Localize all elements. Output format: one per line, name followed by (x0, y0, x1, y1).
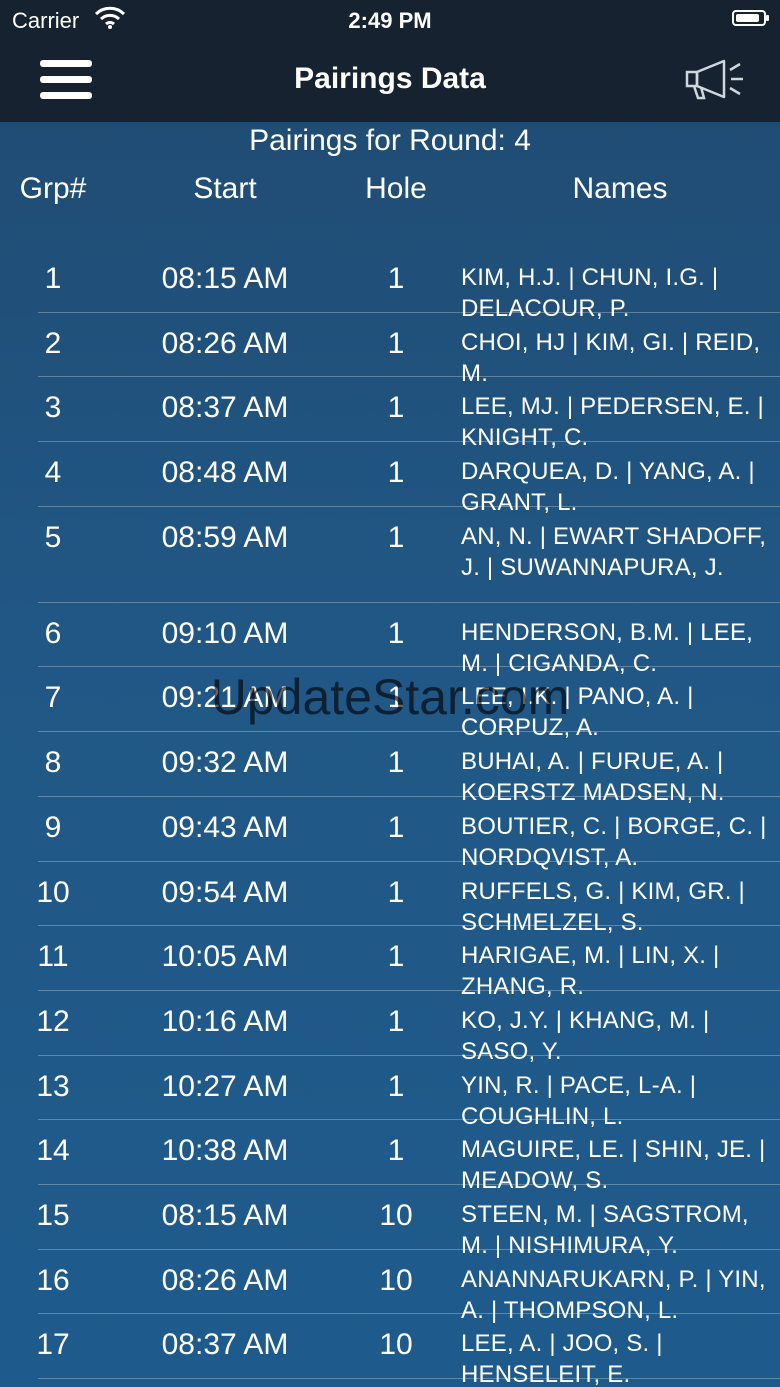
start-time: 10:27 AM (161, 1069, 289, 1103)
start-time: 10:05 AM (161, 940, 289, 974)
group-number: 5 (44, 520, 62, 554)
hole-number: 1 (387, 1134, 405, 1168)
pairings-list[interactable]: 1 08:15 AM 1 KIM, H.J. | CHUN, I.G. | DELAC… (0, 248, 780, 1387)
group-number: 3 (44, 391, 62, 425)
status-time: 2:49 PM (348, 8, 432, 33)
start-time: 10:16 AM (161, 1004, 289, 1038)
group-number: 1 (44, 262, 62, 295)
group-number: 6 (44, 616, 62, 650)
group-number: 8 (44, 746, 62, 780)
hole-number: 1 (387, 326, 405, 360)
table-row[interactable]: 2 08:26 AM 1 CHOI, HJ | KIM, GI. | REID, M. (0, 313, 780, 387)
hole-number: 1 (387, 1069, 405, 1103)
hole-number: 1 (387, 616, 405, 650)
table-row[interactable]: 15 08:15 AM 10 STEEN, M. | SAGSTROM, M. | N… (0, 1185, 780, 1259)
hole-number: 1 (387, 456, 405, 490)
group-number: 9 (44, 810, 62, 844)
battery-fill (736, 14, 760, 22)
table-row[interactable]: 11 10:05 AM 1 HARIGAE, M. | LIN, X. | ZHANG… (0, 926, 780, 1000)
megaphone-icon[interactable] (684, 56, 746, 104)
hole-number: 10 (379, 1198, 413, 1232)
start-time: 08:59 AM (161, 520, 289, 554)
table-row[interactable]: 16 08:26 AM 10 ANANNARUKARN, P. | YIN, A. |… (0, 1250, 780, 1324)
hole-number: 10 (379, 1263, 413, 1297)
group-number: 7 (44, 681, 62, 715)
page-title: Pairings Data (294, 62, 486, 95)
hole-number: 1 (387, 262, 405, 295)
table-row[interactable]: 5 08:59 AM 1 AN, N. | EWART SHADOFF, J. | S… (0, 507, 780, 603)
start-time: 09:21 AM (161, 681, 289, 715)
start-time: 08:26 AM (161, 326, 289, 360)
hole-number: 1 (387, 391, 405, 425)
table-row[interactable]: 14 10:38 AM 1 MAGUIRE, LE. | SHIN, JE. | ME… (0, 1120, 780, 1194)
table-row[interactable]: 4 08:48 AM 1 DARQUEA, D. | YANG, A. | GRANT… (0, 442, 780, 516)
nav-bar: Pairings Data (0, 40, 780, 122)
table-row[interactable]: 7 09:21 AM 1 LEE, I.K. | PANO, A. | CORPUZ,… (0, 667, 780, 741)
group-number: 12 (36, 1004, 70, 1038)
start-time: 08:37 AM (161, 1328, 289, 1362)
column-header-start: Start (193, 172, 257, 205)
start-time: 08:26 AM (161, 1263, 289, 1297)
start-time: 09:10 AM (161, 616, 289, 650)
player-names: AN, N. | EWART SHADOFF, J. | SUWANNAPURA… (461, 522, 767, 581)
start-time: 09:32 AM (161, 746, 289, 780)
hole-number: 1 (387, 681, 405, 715)
hole-number: 1 (387, 520, 405, 554)
round-title: Pairings for Round: 4 (249, 124, 531, 157)
table-row[interactable]: 6 09:10 AM 1 HENDERSON, B.M. | LEE, M. | CI… (0, 603, 780, 677)
table-row[interactable]: 3 08:37 AM 1 LEE, MJ. | PEDERSEN, E. | KNIG… (0, 377, 780, 451)
group-number: 10 (36, 875, 70, 909)
hole-number: 10 (379, 1328, 413, 1362)
table-row[interactable]: 9 09:43 AM 1 BOUTIER, C. | BORGE, C. | NORD… (0, 797, 780, 871)
hole-number: 1 (387, 940, 405, 974)
table-row[interactable]: 8 09:32 AM 1 BUHAI, A. | FURUE, A. | KOERST… (0, 732, 780, 806)
group-number: 17 (36, 1328, 70, 1362)
start-time: 08:37 AM (161, 391, 289, 425)
group-number: 2 (44, 326, 62, 360)
start-time: 09:54 AM (161, 875, 289, 909)
start-time: 09:43 AM (161, 810, 289, 844)
start-time: 08:15 AM (161, 262, 289, 295)
status-bar: Carrier 2:49 PM (0, 0, 780, 40)
group-number: 16 (36, 1263, 70, 1297)
battery-icon (732, 10, 769, 26)
group-number: 13 (36, 1069, 70, 1103)
table-row[interactable]: 13 10:27 AM 1 YIN, R. | PACE, L-A. | COUGHL… (0, 1056, 780, 1130)
group-number: 14 (36, 1134, 70, 1168)
group-number: 11 (37, 940, 69, 974)
column-header-names: Names (572, 172, 668, 205)
table-row[interactable]: 10 09:54 AM 1 RUFFELS, G. | KIM, GR. | SCHM… (0, 862, 780, 936)
row-divider (38, 1378, 780, 1379)
hole-number: 1 (387, 810, 405, 844)
column-header-grp: Grp# (19, 172, 87, 205)
column-header-hole: Hole (365, 172, 427, 205)
hole-number: 1 (387, 875, 405, 909)
hole-number: 1 (387, 1004, 405, 1038)
start-time: 08:48 AM (161, 456, 289, 490)
start-time: 10:38 AM (161, 1134, 289, 1168)
table-row[interactable]: 17 08:37 AM 10 LEE, A. | JOO, S. | HENSELEI… (0, 1314, 780, 1387)
hole-number: 1 (387, 746, 405, 780)
table-row[interactable]: 1 08:15 AM 1 KIM, H.J. | CHUN, I.G. | DELAC… (0, 248, 780, 322)
group-number: 4 (44, 456, 62, 490)
start-time: 08:15 AM (161, 1198, 289, 1232)
group-number: 15 (36, 1198, 70, 1232)
table-row[interactable]: 12 10:16 AM 1 KO, J.Y. | KHANG, M. | SASO, … (0, 991, 780, 1065)
